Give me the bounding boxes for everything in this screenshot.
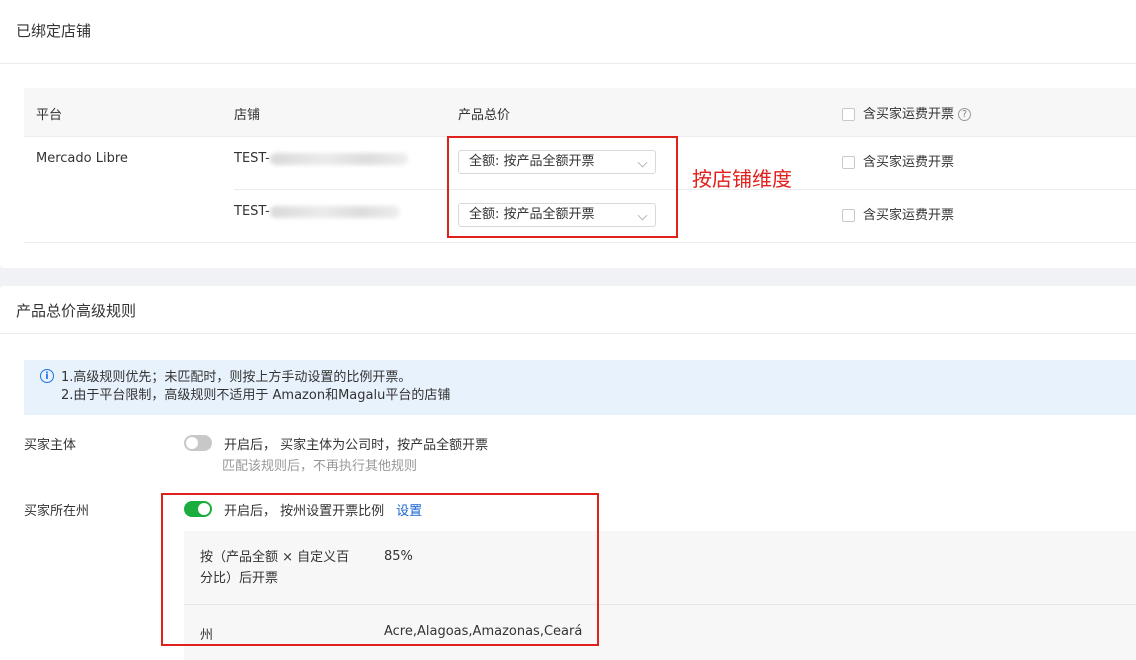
highlight-box-store — [447, 136, 678, 238]
platform-name: Mercado Libre — [36, 151, 128, 166]
highlight-box-state — [161, 493, 599, 646]
store-prefix-1: TEST- — [234, 151, 270, 166]
store-name-blurred — [269, 152, 408, 165]
store-prefix-2: TEST- — [234, 204, 270, 219]
shipping-label-2: 含买家运费开票 — [863, 208, 955, 223]
buyer-entity-toggle[interactable] — [184, 435, 212, 451]
header-shipping-label: 含买家运费开票 — [863, 107, 955, 122]
store-name-blurred — [269, 205, 400, 218]
shipping-label-1: 含买家运费开票 — [863, 155, 955, 170]
toggle-knob — [186, 437, 198, 449]
notice-text: 1.高级规则优先；未匹配时，则按上方手动设置的比例开票。 2.由于平台限制，高级… — [61, 369, 450, 405]
shipping-option-2[interactable]: 含买家运费开票 — [842, 204, 954, 223]
title-divider — [0, 63, 1136, 64]
row-divider — [24, 242, 1136, 243]
buyer-entity-description: 开启后， 买家主体为公司时，按产品全额开票 — [224, 438, 489, 453]
buyer-entity-hint: 匹配该规则后，不再执行其他规则 — [222, 459, 418, 474]
store-name-1: TEST- — [234, 151, 408, 166]
info-icon: i — [40, 369, 54, 383]
header-shipping-checkbox[interactable] — [842, 108, 855, 121]
help-icon[interactable]: ? — [958, 108, 972, 121]
shipping-checkbox-1[interactable] — [842, 156, 855, 169]
buyer-entity-label: 买家主体 — [24, 438, 77, 453]
shipping-option-1[interactable]: 含买家运费开票 — [842, 151, 954, 170]
bound-stores-title: 已绑定店铺 — [16, 22, 92, 40]
header-total-price: 产品总价 — [458, 108, 511, 123]
header-shipping: 含买家运费开票? — [842, 103, 972, 122]
notice-line-1: 1.高级规则优先；未匹配时，则按上方手动设置的比例开票。 — [61, 370, 412, 385]
title-divider — [0, 333, 1136, 334]
table-header: 平台 店铺 产品总价 含买家运费开票? — [24, 88, 1136, 137]
notice-line-2: 2.由于平台限制，高级规则不适用于 Amazon和Magalu平台的店铺 — [61, 388, 451, 403]
shipping-checkbox-2[interactable] — [842, 209, 855, 222]
annotation-store-dimension: 按店铺维度 — [692, 167, 792, 191]
advanced-rules-title: 产品总价高级规则 — [16, 302, 137, 320]
buyer-state-label: 买家所在州 — [24, 504, 90, 519]
header-store: 店铺 — [234, 108, 261, 123]
row-divider — [234, 189, 1136, 190]
info-notice: i 1.高级规则优先；未匹配时，则按上方手动设置的比例开票。 2.由于平台限制，… — [24, 360, 1136, 415]
store-name-2: TEST- — [234, 204, 400, 219]
header-platform: 平台 — [36, 108, 63, 123]
